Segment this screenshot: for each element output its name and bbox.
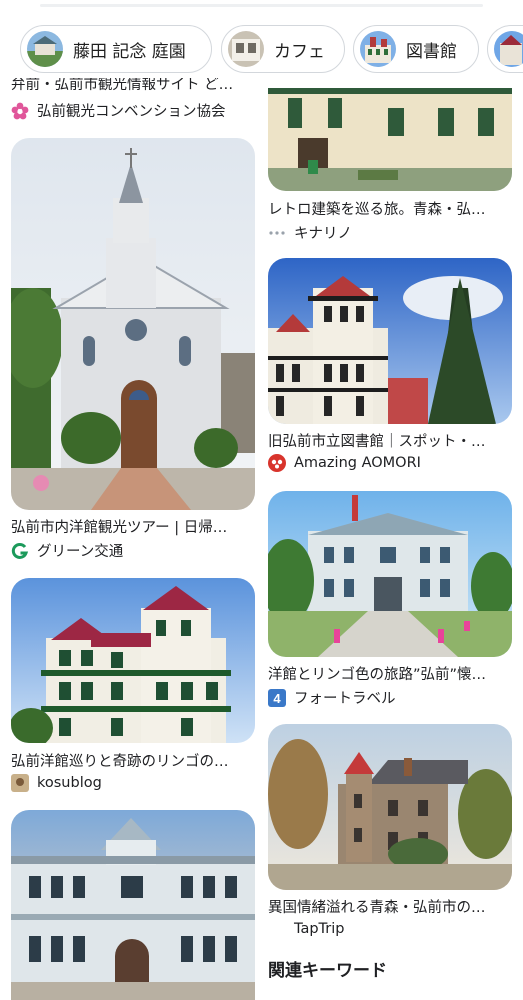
result-title[interactable]: 洋館とリンゴ色の旅路”弘前”懐… xyxy=(268,663,512,684)
retro-building-image[interactable] xyxy=(268,88,512,191)
library-thumb-icon xyxy=(360,31,396,67)
result-title[interactable]: 弘前市内洋館観光ツアー | 日帰… xyxy=(11,516,255,537)
western-house-image[interactable] xyxy=(268,491,512,657)
result-title[interactable]: 弁前・弘前市観光情報サイト ど… xyxy=(11,78,255,94)
brick-building-image[interactable] xyxy=(268,724,512,890)
suggestion-chips: 藤田 記念 庭園 カフェ 図書館 xyxy=(0,25,523,79)
result-source: kosublog xyxy=(11,774,102,792)
source-name: キナリノ xyxy=(294,226,352,242)
more-thumb-icon xyxy=(494,31,523,67)
dots-logo-icon xyxy=(268,224,286,242)
chip-more[interactable] xyxy=(487,25,523,73)
top-divider xyxy=(40,4,483,7)
svg-text:4: 4 xyxy=(273,691,281,706)
result-source: キナリノ xyxy=(268,222,352,243)
chip-cafe[interactable]: カフェ xyxy=(221,25,345,73)
chip-fujita-garden[interactable]: 藤田 記念 庭園 xyxy=(20,25,212,73)
result-title[interactable]: 弘前洋館巡りと奇跡のリンゴの… xyxy=(11,750,255,771)
result-source: TapTrip xyxy=(268,920,344,938)
kosublog-logo-icon xyxy=(11,774,29,792)
result-title[interactable]: 旧弘前市立図書館｜スポット・… xyxy=(268,430,512,451)
ornate-building-image[interactable] xyxy=(11,810,255,1000)
chip-label: 図書館 xyxy=(406,41,457,62)
colorful-house-image[interactable] xyxy=(11,578,255,743)
g-logo-icon xyxy=(11,542,29,560)
source-name: kosublog xyxy=(37,775,102,791)
source-name: TapTrip xyxy=(294,921,345,937)
chip-library[interactable]: 図書館 xyxy=(353,25,479,73)
result-source: Amazing AOMORI xyxy=(268,454,421,472)
amazing-logo-icon xyxy=(268,454,286,472)
chip-label: 藤田 記念 庭園 xyxy=(73,41,186,62)
four-logo-icon: 4 xyxy=(268,688,286,707)
old-library-image[interactable] xyxy=(268,258,512,424)
result-title[interactable]: レトロ建築を巡る旅。青森・弘… xyxy=(268,198,512,219)
source-name: フォートラベル xyxy=(294,691,396,707)
garden-thumb-icon xyxy=(27,31,63,67)
related-keywords-heading: 関連キーワード xyxy=(268,961,387,981)
result-source: 4 フォートラベル xyxy=(268,687,396,708)
chip-label: カフェ xyxy=(274,41,325,62)
result-title[interactable]: 異国情緒溢れる青森・弘前市の… xyxy=(268,896,512,917)
source-name: 弘前観光コンベンション協会 xyxy=(37,104,226,120)
source-name: グリーン交通 xyxy=(37,544,124,560)
result-source: グリーン交通 xyxy=(11,540,123,561)
flower-logo-icon xyxy=(11,102,29,120)
source-name: Amazing AOMORI xyxy=(294,455,421,471)
taptrip-logo-icon xyxy=(268,920,286,938)
church-image[interactable] xyxy=(11,138,255,510)
cafe-thumb-icon xyxy=(228,31,264,67)
result-source: 弘前観光コンベンション協会 xyxy=(11,100,226,121)
